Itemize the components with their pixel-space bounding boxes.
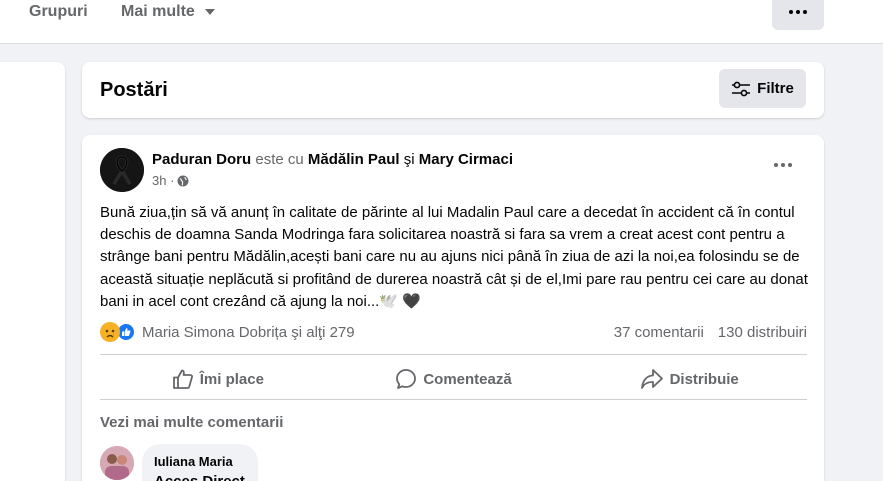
more-options-button[interactable] (772, 0, 824, 30)
post-actions: Îmi place Comentează Distribuie (100, 362, 807, 396)
post-header: Paduran Doru este cu Mădălin Paul şi Mar… (152, 151, 513, 168)
post-card: Paduran Doru este cu Mădălin Paul şi Mar… (82, 135, 824, 481)
divider (100, 399, 807, 400)
see-more-comments-link[interactable]: Vezi mai multe comentarii (100, 414, 283, 431)
filters-button[interactable]: Filtre (719, 69, 806, 108)
reaction-icons[interactable] (100, 322, 136, 342)
comments-count[interactable]: 37 comentarii (614, 324, 704, 341)
nav-more-dropdown[interactable]: Mai multe (121, 3, 215, 21)
divider (100, 354, 807, 355)
thumbs-up-icon (172, 369, 193, 389)
share-arrow-icon (640, 369, 663, 389)
posts-title: Postări (100, 79, 168, 101)
author-name[interactable]: Paduran Doru (152, 151, 251, 168)
share-button[interactable]: Distribuie (571, 362, 807, 396)
post-options-dots-icon (774, 163, 792, 167)
post-body-text: Bună ziua,țin să vă anunț în calitate de… (100, 204, 808, 310)
post-time[interactable]: 3h · (152, 173, 174, 188)
comment-text: Acces Direct (154, 473, 246, 481)
filter-sliders-icon (732, 81, 751, 96)
commenter-avatar[interactable] (100, 446, 134, 480)
top-navigation: Grupuri Mai multe (0, 0, 883, 44)
tagged-person-2[interactable]: Mary Cirmaci (419, 151, 513, 168)
shares-count[interactable]: 130 distribuiri (718, 324, 807, 341)
nav-groups-label: Grupuri (29, 3, 88, 20)
reactions-text[interactable]: Maria Simona Dobrița şi alţi 279 (142, 324, 355, 341)
sad-reaction-icon (100, 322, 120, 342)
tagged-person-1[interactable]: Mădălin Paul (308, 151, 400, 168)
mourning-ribbon-icon (100, 148, 144, 192)
posts-header-card: Postări Filtre (82, 62, 824, 118)
comment-bubble-icon (396, 369, 417, 389)
author-avatar[interactable] (100, 148, 144, 192)
share-label: Distribuie (669, 370, 739, 388)
and-text: şi (403, 151, 415, 168)
nav-groups-tab[interactable]: Grupuri (29, 3, 88, 21)
caret-down-icon (204, 9, 215, 15)
left-sidebar-card (0, 62, 65, 481)
post-meta: 3h · (152, 173, 189, 188)
comment-label: Comentează (423, 370, 512, 388)
nav-more-label: Mai multe (121, 3, 195, 20)
more-dots-icon (789, 10, 807, 14)
comment-bubble: Iuliana Maria Acces Direct (142, 444, 258, 481)
globe-icon (177, 175, 189, 186)
filters-label: Filtre (757, 80, 794, 97)
reactions-bar: Maria Simona Dobrița şi alţi 279 37 come… (100, 321, 807, 343)
like-label: Îmi place (199, 370, 264, 388)
with-text: este cu (255, 151, 304, 168)
post-options-button[interactable] (774, 163, 792, 167)
engagement-counts: 37 comentarii 130 distribuiri (614, 324, 807, 341)
comment-button[interactable]: Comentează (336, 362, 572, 396)
commenter-name[interactable]: Iuliana Maria (154, 454, 246, 469)
like-button[interactable]: Îmi place (100, 362, 336, 396)
